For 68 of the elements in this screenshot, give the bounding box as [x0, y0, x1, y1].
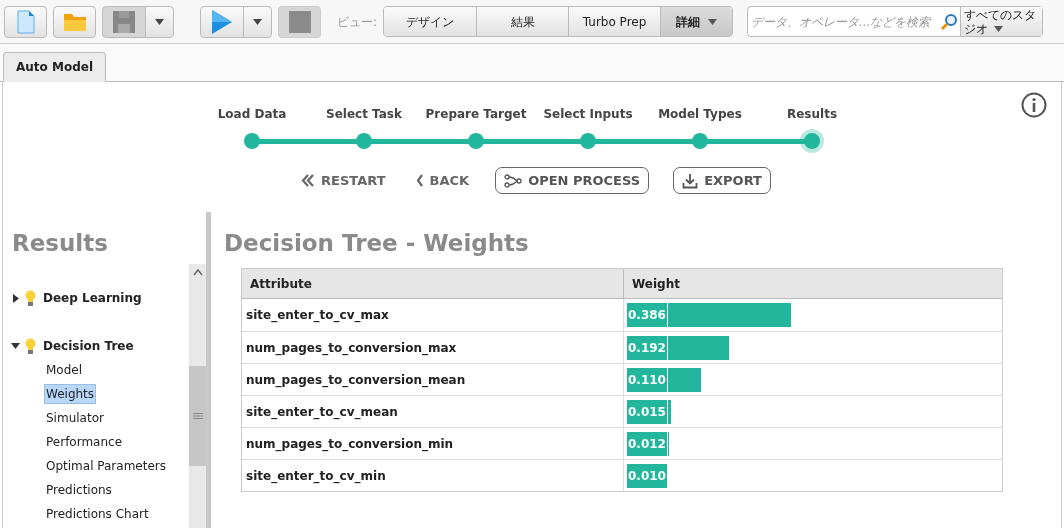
collapse-triangle-icon[interactable] [11, 343, 20, 349]
scrollbar-thumb[interactable] [189, 366, 206, 466]
search-icon [941, 13, 959, 30]
play-icon [212, 9, 232, 34]
double-chevron-left-icon [301, 174, 316, 187]
link-button[interactable]: RESTART [297, 167, 390, 194]
weight-value: 0.110 [627, 367, 668, 392]
expand-triangle-icon[interactable] [12, 293, 19, 303]
open-folder-button[interactable] [53, 5, 96, 38]
tree-item[interactable]: Optimal Parameters [45, 457, 167, 475]
weight-value: 0.010 [627, 463, 668, 488]
action-button[interactable]: EXPORT [673, 167, 771, 194]
tree-item[interactable]: Weights [45, 385, 96, 403]
view-tab[interactable]: 結果 [476, 7, 569, 36]
folder-icon [62, 11, 87, 32]
scrollbar[interactable] [189, 264, 206, 528]
chevron-left-icon [415, 174, 424, 187]
tree-item[interactable]: Decision Tree [43, 337, 134, 355]
sidebar-title: Results [11, 229, 109, 258]
table-cell-text: site_enter_to_cv_max [245, 307, 390, 325]
action-button[interactable]: OPEN PROCESS [495, 167, 650, 194]
stop-icon [288, 10, 311, 33]
weight-value: 0.015 [627, 399, 668, 424]
view-tab[interactable]: 詳細 [660, 7, 733, 36]
view-label: ビュー: [337, 13, 378, 31]
weight-value: 0.192 [627, 335, 668, 360]
table-cell-text: num_pages_to_conversion_min [245, 435, 455, 454]
step-label: Select Inputs [543, 106, 633, 123]
tree-item[interactable]: Simulator [45, 409, 105, 427]
lightbulb-icon [25, 337, 36, 355]
step-label: Load Data [217, 106, 287, 123]
caret-icon [994, 26, 1004, 32]
lightbulb-icon [25, 289, 36, 307]
view-tab[interactable]: デザイン [384, 7, 477, 36]
view-tab[interactable]: Turbo Prep [568, 7, 661, 36]
column-header: Weight [623, 269, 1002, 298]
table-cell-text: num_pages_to_conversion_mean [245, 371, 467, 390]
download-icon [682, 172, 699, 189]
step-label: Model Types [658, 106, 742, 123]
tab[interactable]: Auto Model [3, 52, 106, 82]
column-header: Attribute [249, 275, 313, 293]
caret-icon [253, 18, 262, 25]
step-label: Results [786, 106, 838, 123]
caret-icon [708, 18, 718, 25]
scroll-up-icon[interactable] [192, 269, 203, 276]
page-title: Decision Tree - Weights [224, 229, 530, 258]
tree-item[interactable]: Predictions Chart [45, 505, 150, 523]
studio-dropdown-button[interactable]: すべてのスタジオ [960, 7, 1043, 36]
tree-item[interactable]: Predictions [45, 481, 113, 499]
table-cell-text: site_enter_to_cv_mean [245, 403, 399, 422]
stop-button[interactable] [278, 5, 321, 38]
step-label: Prepare Target [425, 106, 527, 123]
step-label: Select Task [326, 106, 402, 123]
save-dropdown-button[interactable] [146, 6, 173, 37]
weight-value: 0.386 [627, 303, 668, 327]
caret-icon [155, 18, 164, 25]
tree-item[interactable]: Performance [45, 433, 124, 451]
weight-value: 0.012 [627, 431, 668, 456]
tree-item[interactable]: Model [45, 361, 84, 379]
table-cell-text: site_enter_to_cv_min [245, 467, 387, 486]
search-field[interactable]: データ、オペレータ...などを検索 すべてのスタジオ [747, 6, 1044, 37]
process-flow-icon [504, 173, 523, 188]
table-cell-text: num_pages_to_conversion_max [245, 339, 458, 358]
file-icon [16, 9, 35, 34]
tree-item[interactable]: Deep Learning [43, 289, 142, 307]
info-icon [1021, 92, 1047, 118]
new-file-button[interactable] [4, 5, 47, 38]
link-button[interactable]: BACK [411, 167, 474, 194]
